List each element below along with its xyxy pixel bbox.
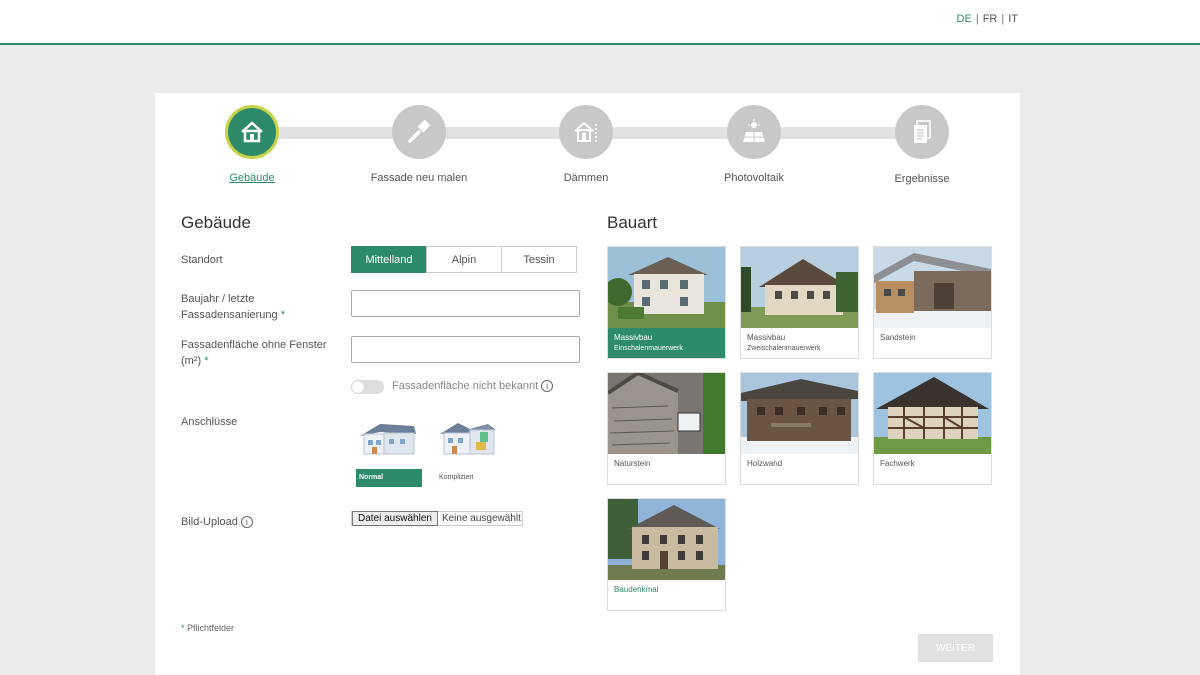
upload-label: Bild-Upload i xyxy=(181,514,331,530)
bauart-tile-holzwand[interactable]: Holzwand xyxy=(740,372,859,485)
lang-it-link[interactable]: IT xyxy=(1008,13,1018,25)
required-footnote: * Pflichtfelder xyxy=(181,623,234,633)
sandstein-photo xyxy=(874,247,991,328)
file-name-text: Keine ausgewählt xyxy=(441,513,521,524)
fachwerk-photo xyxy=(874,373,991,454)
standort-option-alpin[interactable]: Alpin xyxy=(426,246,502,273)
toggle-knob xyxy=(352,381,364,393)
tile-caption: Holzwand xyxy=(741,454,858,469)
paintbrush-icon xyxy=(392,105,446,159)
bauart-tile-naturstein[interactable]: Naturstein xyxy=(607,372,726,485)
solar-panel-icon xyxy=(727,105,781,159)
baudenkmal-photo xyxy=(608,499,725,580)
upload-label-text: Bild-Upload xyxy=(181,516,238,528)
tile-label: Massivbau xyxy=(747,333,786,342)
flaeche-unknown-toggle[interactable] xyxy=(351,380,384,394)
step-photovoltaik[interactable]: Photovoltaik xyxy=(684,105,824,184)
massivbau-photo xyxy=(608,247,725,328)
step-label[interactable]: Fassade neu malen xyxy=(349,172,489,184)
info-icon[interactable]: i xyxy=(541,380,554,393)
bauart-tile-sandstein[interactable]: Sandstein xyxy=(873,246,992,359)
step-label[interactable]: Dämmen xyxy=(516,172,656,184)
lang-separator: | xyxy=(975,13,979,25)
bauart-title: Bauart xyxy=(607,213,658,232)
anschluss-kompliziert-option[interactable]: Kompliziert xyxy=(436,418,502,487)
required-mark: * xyxy=(204,355,209,367)
tile-label: Holzwand xyxy=(747,459,783,468)
flaeche-label: Fassadenfläche ohne Fenster (m²) * xyxy=(181,337,331,369)
required-mark: * xyxy=(280,309,285,321)
house-complex-icon xyxy=(440,423,496,455)
insulation-house-icon xyxy=(559,105,613,159)
baujahr-label-text: Baujahr / letzte Fassadensanierung xyxy=(181,293,278,321)
bauart-tile-massivbau-zweischalen[interactable]: Massivbau Zweischalenmauerwerk xyxy=(740,246,859,359)
tile-caption: Naturstein xyxy=(608,454,725,469)
toggle-label-text: Fassadenfläche nicht bekannt xyxy=(392,380,539,392)
step-label[interactable]: Photovoltaik xyxy=(684,172,824,184)
file-upload: Datei auswählen Keine ausgewählt xyxy=(351,511,523,526)
naturstein-photo xyxy=(608,373,725,454)
step-fassade[interactable]: Fassade neu malen xyxy=(349,105,489,184)
lang-separator: | xyxy=(1001,13,1005,25)
required-mark: * xyxy=(181,623,185,633)
form-title: Gebäude xyxy=(181,213,251,232)
step-gebaeude[interactable]: Gebäude xyxy=(182,105,322,184)
baujahr-label: Baujahr / letzte Fassadensanierung * xyxy=(181,291,331,323)
anschluss-normal-caption: Normal xyxy=(356,469,422,487)
bauart-tile-massivbau-einschalen[interactable]: Massivbau Einschalenmauerwerk xyxy=(607,246,726,359)
step-label[interactable]: Ergebnisse xyxy=(852,173,992,185)
top-bar: DE | FR | IT xyxy=(0,0,1200,45)
tile-sublabel: Zweischalenmauerwerk xyxy=(747,345,821,352)
house-icon xyxy=(225,105,279,159)
lang-fr-link[interactable]: FR xyxy=(983,13,998,25)
anschluss-normal-option[interactable]: Normal xyxy=(356,418,422,487)
step-label[interactable]: Gebäude xyxy=(182,172,322,184)
tile-caption: Massivbau Einschalenmauerwerk xyxy=(608,328,725,358)
documents-icon xyxy=(895,105,949,159)
next-button[interactable]: WEITER xyxy=(918,634,993,662)
bauart-tile-fachwerk[interactable]: Fachwerk xyxy=(873,372,992,485)
tile-caption: Baudenkmal xyxy=(608,580,725,595)
flaeche-unknown-label: Fassadenfläche nicht bekannt i xyxy=(392,380,554,393)
tile-label: Massivbau xyxy=(614,333,653,342)
tile-label: Fachwerk xyxy=(880,459,915,468)
holzwand-photo xyxy=(741,373,858,454)
choose-file-button[interactable]: Datei auswählen xyxy=(352,511,438,526)
house-normal-icon xyxy=(360,424,416,455)
standort-segmented-control: Mittelland Alpin Tessin xyxy=(351,246,577,273)
info-icon[interactable]: i xyxy=(240,516,253,529)
footnote-text: Pflichtfelder xyxy=(187,623,235,633)
tile-label: Sandstein xyxy=(880,333,916,342)
bauart-tile-baudenkmal[interactable]: Baudenkmal xyxy=(607,498,726,611)
step-ergebnisse[interactable]: Ergebnisse xyxy=(852,105,992,185)
massivbau-zweischalen-photo xyxy=(741,247,858,328)
tile-label: Naturstein xyxy=(614,459,651,468)
standort-option-mittelland[interactable]: Mittelland xyxy=(351,246,427,273)
standort-label: Standort xyxy=(181,254,223,266)
tile-sublabel: Einschalenmauerwerk xyxy=(614,345,683,352)
standort-option-tessin[interactable]: Tessin xyxy=(501,246,577,273)
language-switcher: DE | FR | IT xyxy=(957,13,1018,25)
tile-caption: Fachwerk xyxy=(874,454,991,469)
tile-caption: Massivbau Zweischalenmauerwerk xyxy=(741,328,858,354)
anschluss-kompliziert-caption: Kompliziert xyxy=(439,474,474,481)
anschluesse-label: Anschlüsse xyxy=(181,416,238,428)
step-daemmen[interactable]: Dämmen xyxy=(516,105,656,184)
lang-de-link[interactable]: DE xyxy=(957,13,972,25)
baujahr-input[interactable] xyxy=(351,290,580,317)
tile-caption: Sandstein xyxy=(874,328,991,343)
tile-label: Baudenkmal xyxy=(614,585,659,594)
flaeche-input[interactable] xyxy=(351,336,580,363)
flaeche-label-text: Fassadenfläche ohne Fenster (m²) xyxy=(181,339,327,367)
